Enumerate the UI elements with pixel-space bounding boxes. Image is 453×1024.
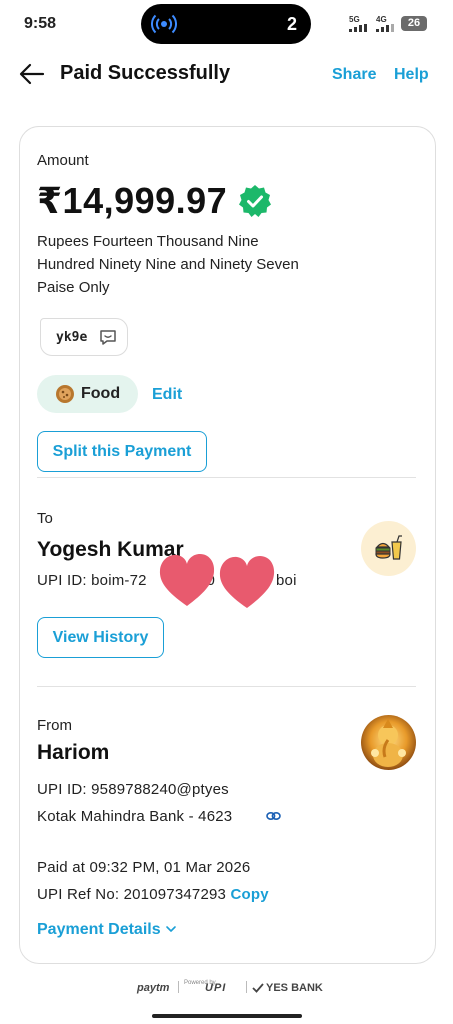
to-label: To <box>37 510 53 527</box>
payment-note-bubble[interactable]: yk9e <box>40 318 128 356</box>
island-count: 2 <box>286 14 297 34</box>
signal-bars-icon <box>376 24 394 32</box>
food-plate-icon <box>56 385 74 403</box>
recipient-avatar <box>361 521 416 576</box>
checkmark-icon <box>252 983 264 993</box>
signal-bars-icon <box>349 24 367 32</box>
payment-note-text: yk9e <box>56 330 88 345</box>
upi-ref-row: UPI Ref No: 201097347293 Copy <box>37 886 269 903</box>
footer-branding: paytm Powered by UPI YES BANK <box>0 978 453 998</box>
category-label: Food <box>81 385 121 402</box>
heart-stickers-icon <box>159 554 275 608</box>
page-title: Paid Successfully <box>60 62 231 84</box>
link-icon <box>266 811 281 821</box>
battery-indicator: 26 <box>401 16 427 31</box>
upi-ref-number: UPI Ref No: 201097347293 <box>37 886 227 903</box>
sender-bank: Kotak Mahindra Bank - 4623 <box>37 808 233 825</box>
from-label: From <box>37 717 72 734</box>
amount-label: Amount <box>37 152 89 169</box>
dynamic-island[interactable]: 2 <box>141 4 311 44</box>
payment-details-toggle[interactable]: Payment Details <box>37 921 161 939</box>
signal-5g-label: 5G <box>349 15 360 24</box>
upi-logo: UPI <box>205 982 227 994</box>
top-app-bar: Paid Successfully Share Help <box>0 52 453 98</box>
footer-separator <box>246 981 247 993</box>
recipient-upi-start: UPI ID: boim-72 <box>37 572 147 589</box>
amount-value: ₹14,999.97 <box>37 180 228 221</box>
home-indicator[interactable] <box>152 1014 302 1018</box>
sender-name: Hariom <box>37 741 110 764</box>
message-icon <box>100 330 116 345</box>
split-payment-button[interactable]: Split this Payment <box>37 431 207 472</box>
share-link[interactable]: Share <box>332 66 376 84</box>
amount-words-line: Rupees Fourteen Thousand Nine <box>37 233 259 250</box>
back-arrow-icon[interactable] <box>18 60 46 88</box>
amount-in-words: Rupees Fourteen Thousand Nine Hundred Ni… <box>37 230 357 299</box>
view-history-button[interactable]: View History <box>37 617 164 658</box>
amount-words-line: Paise Only <box>37 279 110 296</box>
sender-avatar <box>361 715 416 770</box>
signal-4g-label: 4G <box>376 15 387 24</box>
help-link[interactable]: Help <box>394 66 429 84</box>
paid-at-timestamp: Paid at 09:32 PM, 01 Mar 2026 <box>37 859 251 876</box>
category-chip[interactable]: Food <box>37 375 138 413</box>
yes-bank-logo: YES BANK <box>266 982 323 994</box>
burger-drink-icon <box>375 535 402 560</box>
status-bar: 9:58 2 5G 4G 26 <box>0 0 453 48</box>
status-time: 9:58 <box>24 15 57 32</box>
verified-badge-icon <box>239 185 271 217</box>
paytm-logo: paytm <box>137 982 170 994</box>
copy-ref-link[interactable]: Copy <box>230 886 268 903</box>
deity-portrait-image <box>361 715 416 770</box>
edit-category-link[interactable]: Edit <box>152 386 182 404</box>
recipient-upi-end: boi <box>276 572 297 589</box>
broadcast-icon <box>151 14 177 34</box>
amount-words-line: Hundred Ninety Nine and Ninety Seven <box>37 256 299 273</box>
chevron-down-icon[interactable] <box>165 923 177 935</box>
sender-upi-id: UPI ID: 9589788240@ptyes <box>37 781 229 798</box>
footer-separator <box>178 981 179 993</box>
section-divider <box>37 477 416 478</box>
section-divider <box>37 686 416 687</box>
